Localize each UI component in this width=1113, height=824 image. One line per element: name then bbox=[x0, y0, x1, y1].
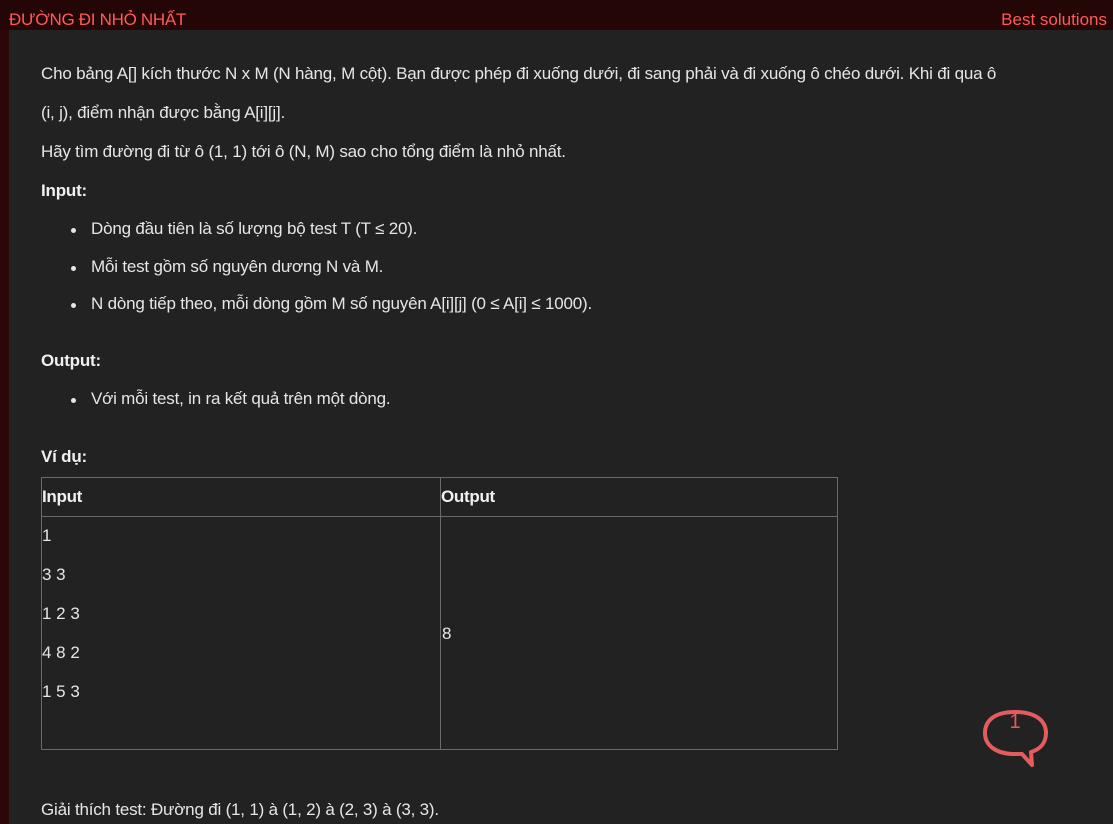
input-item: N dòng tiếp theo, mỗi dòng gồm M số nguy… bbox=[91, 294, 592, 313]
comment-count[interactable]: 1 bbox=[1007, 711, 1023, 734]
bullet-icon bbox=[71, 228, 76, 233]
input-heading: Input: bbox=[41, 181, 87, 200]
title-bar: ĐƯỜNG ĐI NHỎ NHẤT Best solutions bbox=[0, 0, 1113, 30]
input-line: 1 bbox=[42, 526, 52, 545]
app-frame: ĐƯỜNG ĐI NHỎ NHẤT Best solutions Cho bản… bbox=[0, 0, 1113, 824]
output-item: Với mỗi test, in ra kết quả trên một dòn… bbox=[91, 389, 391, 408]
bullet-icon bbox=[71, 266, 76, 271]
bullet-icon bbox=[71, 303, 76, 308]
table-header-output: Output bbox=[441, 487, 495, 506]
table-header-input: Input bbox=[42, 487, 83, 506]
bullet-icon bbox=[71, 398, 76, 403]
table-column-divider bbox=[440, 478, 441, 749]
input-line: 1 5 3 bbox=[42, 682, 80, 701]
output-value: 8 bbox=[442, 624, 452, 643]
problem-title: ĐƯỜNG ĐI NHỎ NHẤT bbox=[9, 10, 186, 29]
input-item: Mỗi test gồm số nguyên dương N và M. bbox=[91, 257, 384, 276]
task-description: Hãy tìm đường đi từ ô (1, 1) tới ô (N, M… bbox=[41, 142, 566, 161]
problem-panel: Cho bảng A[] kích thước N x M (N hàng, M… bbox=[9, 30, 1113, 824]
statement-line-1: Cho bảng A[] kích thước N x M (N hàng, M… bbox=[41, 64, 997, 83]
input-item: Dòng đầu tiên là số lượng bộ test T (T ≤… bbox=[91, 219, 418, 238]
example-table: Input Output 1 3 3 1 2 3 4 8 2 1 5 3 8 bbox=[41, 477, 838, 750]
best-solutions-link[interactable]: Best solutions bbox=[1001, 10, 1107, 30]
input-line: 4 8 2 bbox=[42, 643, 80, 662]
output-heading: Output: bbox=[41, 351, 101, 370]
input-line: 1 2 3 bbox=[42, 604, 80, 623]
table-header-divider bbox=[42, 516, 837, 517]
example-heading: Ví dụ: bbox=[41, 447, 88, 466]
test-explanation: Giải thích test: Đường đi (1, 1) à (1, 2… bbox=[41, 800, 439, 819]
input-line: 3 3 bbox=[42, 565, 66, 584]
statement-line-2: (i, j), điểm nhận được bằng A[i][j]. bbox=[41, 103, 285, 122]
